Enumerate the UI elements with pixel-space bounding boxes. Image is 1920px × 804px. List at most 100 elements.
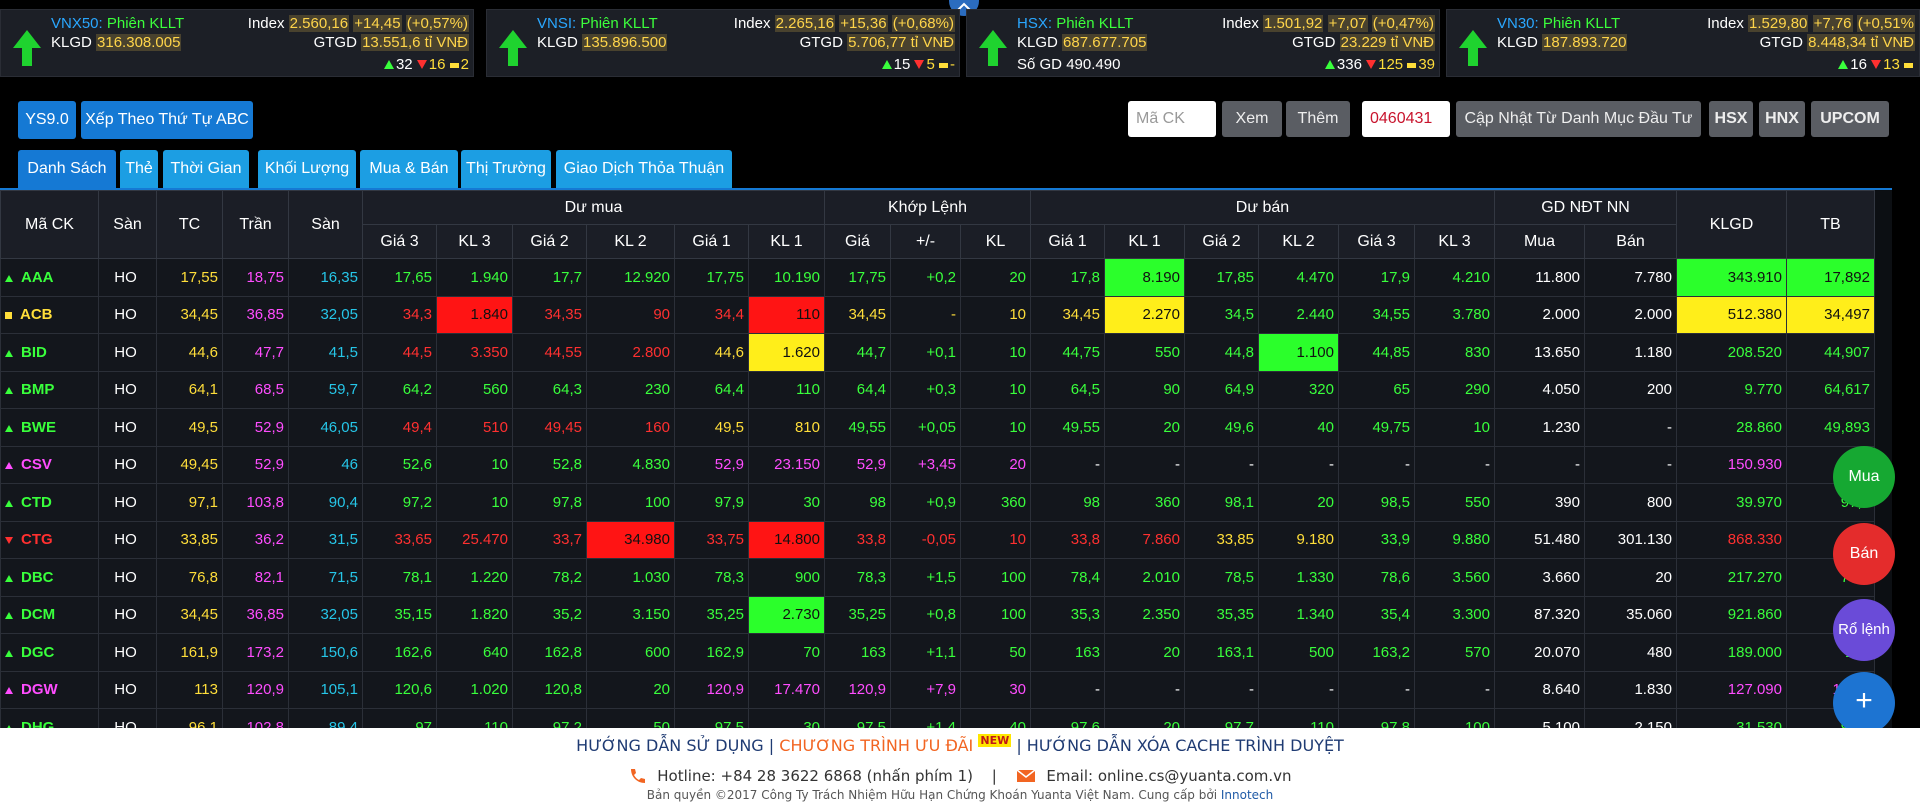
quote-cell: 560	[436, 370, 513, 409]
add-fab-button[interactable]: +	[1833, 672, 1895, 734]
symbol-cell[interactable]: BWE	[0, 408, 99, 447]
index-change: +7,07	[1327, 15, 1368, 32]
table-row[interactable]: DGW HO 113 120,9 105,1 120,6 1.020 120,8 20 120,9…	[0, 670, 1875, 709]
quote-cell: 810	[748, 408, 825, 447]
up-arrow-icon	[13, 30, 41, 66]
quote-cell: 2.800	[586, 333, 675, 372]
order-basket-button[interactable]: Rổ lệnh	[1833, 599, 1895, 661]
quote-cell: 110	[748, 370, 825, 409]
hnx-button[interactable]: HNX	[1759, 101, 1805, 137]
ma-ck-input[interactable]: Mã CK	[1128, 101, 1216, 137]
tab-mua-ban[interactable]: Mua & Bán	[360, 150, 458, 188]
header-ma-ck[interactable]: Mã CK	[0, 190, 99, 259]
index-panel[interactable]: VN30: Phiên KLLT KLGD 187.893.720 Index …	[1446, 9, 1920, 77]
ceiling-price-cell: 82,1	[222, 558, 289, 597]
table-row[interactable]: DCM HO 34,45 36,85 32,05 35,15 1.820 35,2 3.150 3…	[0, 595, 1875, 634]
ref-price-cell: 44,6	[156, 333, 223, 372]
table-row[interactable]: DGC HO 161,9 173,2 150,6 162,6 640 162,8 600 162,…	[0, 633, 1875, 672]
foreign-trade-cell: -	[1494, 445, 1585, 484]
symbol-cell[interactable]: DGC	[0, 633, 99, 672]
quote-cell: 163,2	[1338, 633, 1415, 672]
upcom-button[interactable]: UPCOM	[1811, 101, 1889, 137]
table-row[interactable]: CTD HO 97,1 103,8 90,4 97,2 10 97,8 100 97,9 30 98 +…	[0, 483, 1875, 522]
quote-cell: 830	[1414, 333, 1495, 372]
table-row[interactable]: AAA HO 17,55 18,75 16,35 17,65 1.940 17,7 12.920…	[0, 258, 1875, 297]
tab-the[interactable]: Thẻ	[120, 150, 158, 188]
total-volume-cell: 189.000	[1676, 633, 1787, 672]
quote-cell: 52,6	[362, 445, 437, 484]
unchanged-count: 2	[460, 56, 469, 73]
email-text[interactable]: Email: online.cs@yuanta.com.vn	[1046, 767, 1291, 785]
them-button[interactable]: Thêm	[1286, 101, 1350, 137]
quote-cell: 97,9	[674, 483, 749, 522]
hsx-button[interactable]: HSX	[1709, 101, 1753, 137]
foreign-trade-cell: 1.230	[1494, 408, 1585, 447]
quote-cell: 35,15	[362, 595, 437, 634]
quote-cell: 64,617	[1786, 370, 1875, 409]
symbol-cell[interactable]: DCM	[0, 595, 99, 634]
table-row[interactable]: DHG HO 96,1 102,8 89,4 97 110 97,2 50 97,5 30 97,5 +…	[0, 708, 1875, 728]
unchanged-icon	[939, 62, 948, 68]
symbol-cell[interactable]: DHG	[0, 708, 99, 728]
symbol-cell[interactable]: CTD	[0, 483, 99, 522]
buy-fab-button[interactable]: Mua	[1833, 446, 1895, 508]
index-panel[interactable]: HSX: Phiên KLLT KLGD 687.677.705 Số GD 4…	[966, 9, 1440, 77]
quote-cell: 1.220	[436, 558, 513, 597]
sort-abc-button[interactable]: Xếp Theo Thứ Tự ABC	[81, 101, 253, 139]
symbol-cell[interactable]: DGW	[0, 670, 99, 709]
table-row[interactable]: CTG HO 33,85 36,2 31,5 33,65 25.470 33,7 34.980 3…	[0, 520, 1875, 559]
table-row[interactable]: BWE HO 49,5 52,9 46,05 49,4 510 49,45 160 49,5 810…	[0, 408, 1875, 447]
guide-link[interactable]: HƯỚNG DẪN SỬ DỤNG	[576, 736, 764, 755]
symbol-cell[interactable]: CTG	[0, 520, 99, 559]
account-input[interactable]: 0460431	[1362, 101, 1450, 137]
header-du-mua: Dư mua	[362, 190, 825, 225]
tab-giao-dich-thoa-thuan[interactable]: Giao Dịch Thỏa Thuận	[556, 150, 732, 188]
symbol-cell[interactable]: AAA	[0, 258, 99, 297]
table-row[interactable]: DBC HO 76,8 82,1 71,5 78,1 1.220 78,2 1.030 78,3 9…	[0, 558, 1875, 597]
index-label: Index	[1222, 15, 1259, 32]
ceiling-price-cell: 47,7	[222, 333, 289, 372]
symbol-cell[interactable]: BMP	[0, 370, 99, 409]
index-panel[interactable]: VNX50: Phiên KLLT KLGD 316.308.005 Index…	[0, 9, 474, 77]
quote-cell: 160	[586, 408, 675, 447]
tab-thoi-gian[interactable]: Thời Gian	[163, 150, 249, 188]
foreign-trade-cell: 2.000	[1494, 295, 1585, 334]
update-portfolio-button[interactable]: Cập Nhật Từ Danh Mục Đầu Tư	[1456, 101, 1701, 137]
symbol-cell[interactable]: DBC	[0, 558, 99, 597]
down-triangle-icon	[5, 537, 13, 545]
symbol-cell[interactable]: BID	[0, 333, 99, 372]
tab-khoi-luong[interactable]: Khối Lượng	[258, 150, 356, 188]
ys-version-button[interactable]: YS9.0	[18, 101, 76, 139]
floor-price-cell: 59,7	[288, 370, 363, 409]
xem-button[interactable]: Xem	[1222, 101, 1282, 137]
floor-price-cell: 46,05	[288, 408, 363, 447]
promo-link[interactable]: CHƯƠNG TRÌNH ƯU ĐÃI	[779, 736, 973, 755]
tab-thi-truong[interactable]: Thị Trường	[461, 150, 551, 188]
quote-cell: 162,8	[512, 633, 587, 672]
sogd-label: Số GD	[1017, 56, 1063, 73]
quote-cell: 44,8	[1184, 333, 1259, 372]
tab-danh-sach[interactable]: Danh Sách	[18, 150, 116, 188]
quote-cell: 44,907	[1786, 333, 1875, 372]
quote-cell: 1.940	[436, 258, 513, 297]
quote-cell: 8.190	[1104, 258, 1185, 297]
floor-price-cell: 90,4	[288, 483, 363, 522]
quote-cell: 35,25	[674, 595, 749, 634]
table-row[interactable]: ACB HO 34,45 36,85 32,05 34,3 1.840 34,35 90 34,4…	[0, 295, 1875, 334]
symbol-cell[interactable]: ACB	[0, 295, 99, 334]
table-row[interactable]: CSV HO 49,45 52,9 46 52,6 10 52,8 4.830 52,9 23.15…	[0, 445, 1875, 484]
innotech-link[interactable]: Innotech	[1221, 788, 1273, 802]
ceiling-price-cell: 36,85	[222, 295, 289, 334]
quote-cell: 120,9	[674, 670, 749, 709]
index-value: 1.501,92	[1263, 15, 1324, 32]
sell-fab-button[interactable]: Bán	[1833, 523, 1895, 585]
quote-cell: 100	[960, 558, 1031, 597]
table-row[interactable]: BID HO 44,6 47,7 41,5 44,5 3.350 44,55 2.800 44,6…	[0, 333, 1875, 372]
clear-cache-link[interactable]: | HƯỚNG DẪN XÓA CACHE TRÌNH DUYỆT	[1016, 736, 1344, 755]
quote-cell: 35,4	[1338, 595, 1415, 634]
table-row[interactable]: BMP HO 64,1 68,5 59,7 64,2 560 64,3 230 64,4 110 64…	[0, 370, 1875, 409]
index-panel[interactable]: VNSI: Phiên KLLT KLGD 135.896.500 Index …	[486, 9, 960, 77]
up-triangle-icon	[5, 274, 13, 282]
symbol-cell[interactable]: CSV	[0, 445, 99, 484]
quote-cell: 163,1	[1184, 633, 1259, 672]
